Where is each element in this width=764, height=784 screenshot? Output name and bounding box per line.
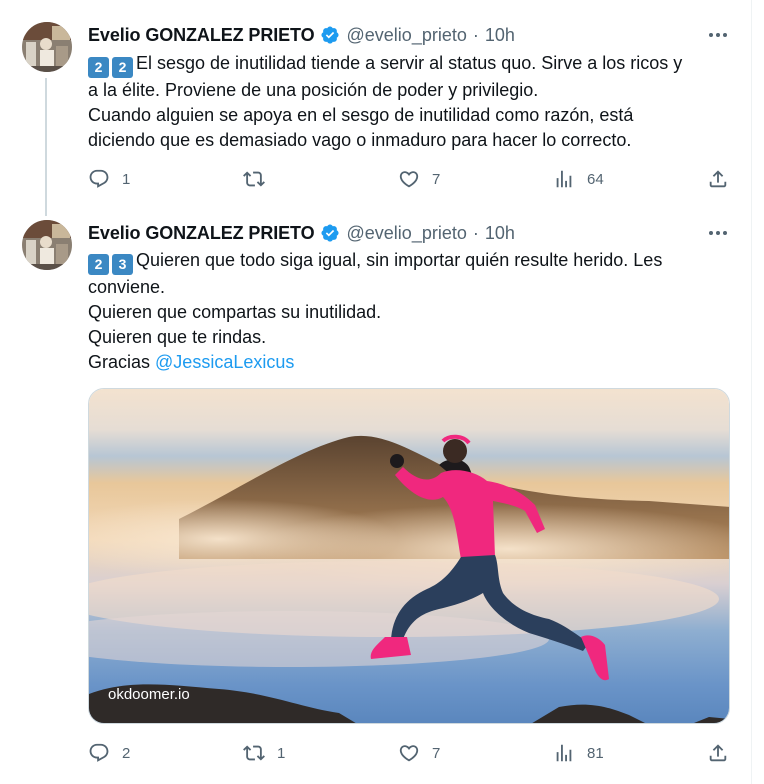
retweet-icon <box>243 168 265 190</box>
author-handle[interactable]: @evelio_prieto <box>347 25 467 46</box>
tweet-line: 2 2 El sesgo de inutilidad tiende a servir… <box>88 51 733 78</box>
reply-count: 1 <box>122 170 131 188</box>
views-button[interactable]: 81 <box>553 740 604 766</box>
like-count: 7 <box>432 170 441 188</box>
reply-count: 2 <box>122 744 131 762</box>
timestamp[interactable]: 10h <box>485 223 515 244</box>
reply-icon <box>88 168 110 190</box>
timestamp[interactable]: 10h <box>485 25 515 46</box>
reply-button[interactable]: 1 <box>88 166 130 192</box>
avatar[interactable] <box>22 220 72 270</box>
share-icon <box>707 742 729 764</box>
tweet-line: Gracias @JessicaLexicus <box>88 350 733 375</box>
thread-connector-line <box>45 78 47 216</box>
tweet-line-text: Quieren que todo siga igual, sin importa… <box>136 250 663 270</box>
tweet-line: Quieren que te rindas. <box>88 327 267 347</box>
reply-icon <box>88 742 110 764</box>
tweet-line: conviene. <box>88 277 166 297</box>
views-count: 64 <box>587 170 604 188</box>
views-chart-icon <box>553 742 575 764</box>
media-source-label: okdoomer.io <box>108 686 190 703</box>
share-icon <box>707 168 729 190</box>
tweet-line: 2 3 Quieren que todo siga igual, sin impor… <box>88 248 733 275</box>
avatar[interactable] <box>22 22 72 72</box>
heart-icon <box>398 168 420 190</box>
runner-photo <box>89 389 729 723</box>
timeline: Evelio GONZALEZ PRIETO @evelio_prieto · … <box>0 0 752 784</box>
keycap-emoji: 2 <box>88 57 109 78</box>
tweet-header: Evelio GONZALEZ PRIETO @evelio_prieto · … <box>88 23 515 47</box>
separator-dot: · <box>472 222 479 243</box>
share-button[interactable] <box>707 166 729 192</box>
author-name[interactable]: Evelio GONZALEZ PRIETO <box>88 223 315 244</box>
media-card[interactable] <box>88 388 730 724</box>
views-button[interactable]: 64 <box>553 166 604 192</box>
tweet-text: 2 3 Quieren que todo siga igual, sin impor… <box>88 248 733 375</box>
action-bar: 1 7 64 <box>88 166 733 192</box>
like-count: 7 <box>432 744 441 762</box>
mention-link[interactable]: @JessicaLexicus <box>155 352 294 372</box>
tweet-text: 2 2 El sesgo de inutilidad tiende a servir… <box>88 51 733 153</box>
views-chart-icon <box>553 168 575 190</box>
action-bar: 2 1 7 81 <box>88 740 733 766</box>
tweet-line-text: El sesgo de inutilidad tiende a servir a… <box>136 53 683 73</box>
keycap-emoji: 2 <box>88 254 109 275</box>
tweet-line: Quieren que compartas su inutilidad. <box>88 302 382 322</box>
separator-dot: · <box>472 24 479 45</box>
retweet-icon <box>243 742 265 764</box>
author-handle[interactable]: @evelio_prieto <box>347 223 467 244</box>
like-button[interactable]: 7 <box>398 166 440 192</box>
tweet-header: Evelio GONZALEZ PRIETO @evelio_prieto · … <box>88 221 515 245</box>
thanks-text: Gracias <box>88 352 151 372</box>
views-count: 81 <box>587 744 604 762</box>
retweet-button[interactable]: 1 <box>243 740 285 766</box>
retweet-button[interactable] <box>243 166 277 192</box>
verified-badge-icon <box>320 223 340 243</box>
author-name[interactable]: Evelio GONZALEZ PRIETO <box>88 25 315 46</box>
retweet-count: 1 <box>277 744 286 762</box>
tweet-line: diciendo que es demasiado vago o inmadur… <box>88 130 632 150</box>
keycap-emoji: 3 <box>112 254 133 275</box>
share-button[interactable] <box>707 740 729 766</box>
heart-icon <box>398 742 420 764</box>
keycap-emoji: 2 <box>112 57 133 78</box>
more-horizontal-icon[interactable] <box>706 221 730 245</box>
tweet[interactable]: Evelio GONZALEZ PRIETO @evelio_prieto · … <box>0 0 752 216</box>
tweet[interactable]: Evelio GONZALEZ PRIETO @evelio_prieto · … <box>0 202 752 784</box>
reply-button[interactable]: 2 <box>88 740 130 766</box>
tweet-line: Cuando alguien se apoya en el sesgo de i… <box>88 105 634 125</box>
more-horizontal-icon[interactable] <box>706 23 730 47</box>
verified-badge-icon <box>320 25 340 45</box>
like-button[interactable]: 7 <box>398 740 440 766</box>
tweet-line: a la élite. Proviene de una posición de … <box>88 80 539 100</box>
